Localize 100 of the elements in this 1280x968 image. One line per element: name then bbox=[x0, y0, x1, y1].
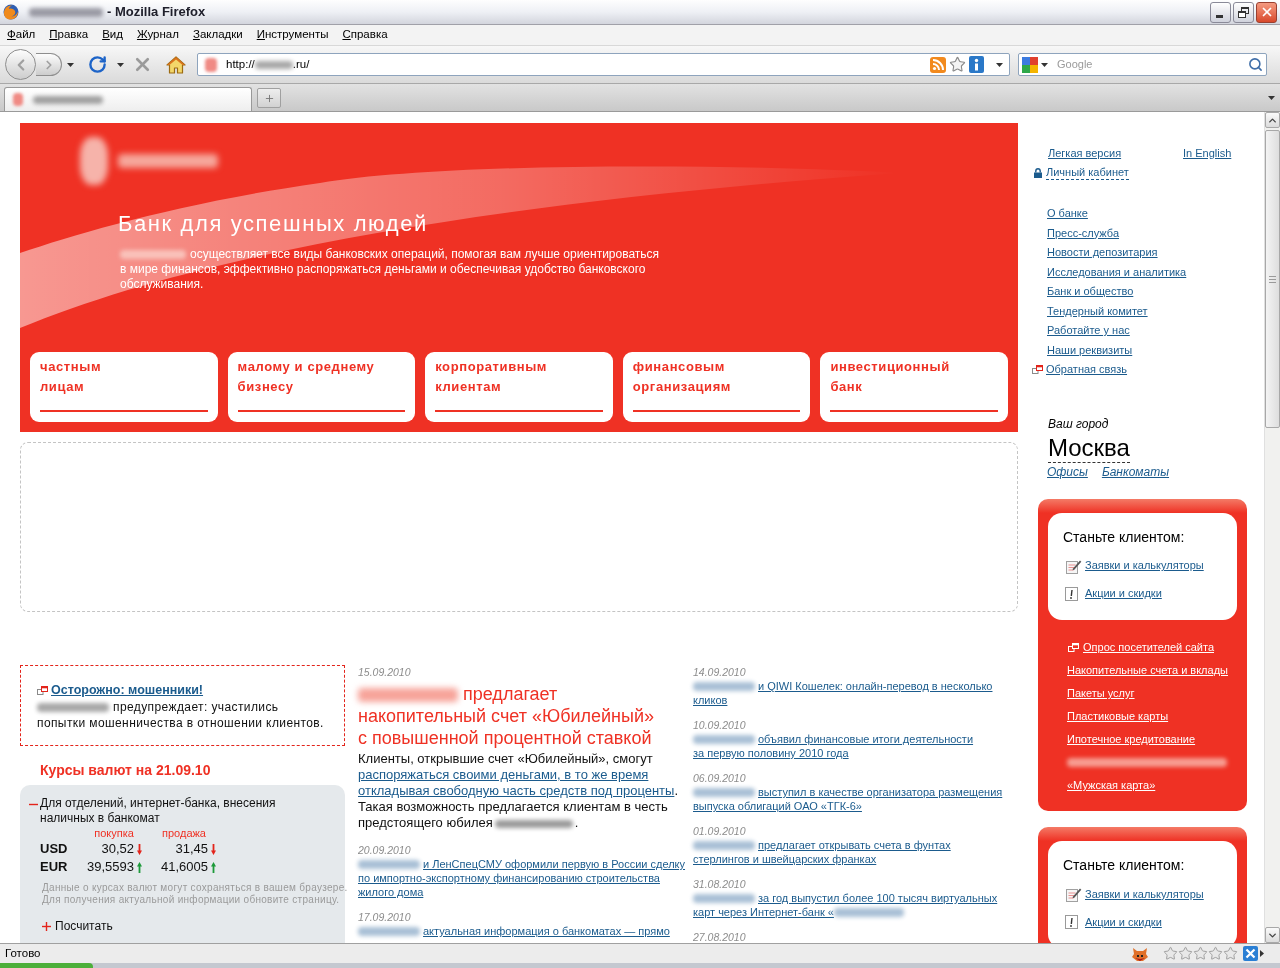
promo-card-link[interactable]: Ипотечное кредитование bbox=[1067, 728, 1196, 751]
buy-rate: 39,5593 bbox=[87, 858, 134, 877]
sidebar-nav-link[interactable]: Пресс-служба bbox=[1047, 223, 1119, 243]
news-date: 01.09.2010 bbox=[693, 824, 747, 838]
restore-icon bbox=[1238, 6, 1249, 18]
news-link[interactable]: выступил в качестве организатора размещения выпуска облигаций ОАО «ТГК-6» bbox=[693, 785, 1003, 813]
sidebar-nav-link[interactable]: О банке bbox=[1047, 204, 1088, 224]
english-link[interactable]: In English bbox=[1183, 146, 1232, 160]
promo-link[interactable]: Акции и скидки bbox=[1085, 585, 1162, 602]
news-headline: предлагает накопительный счет «Юбилейный» с повышенной процентной ставкой bbox=[358, 683, 654, 749]
category-card[interactable]: финансовым организациям bbox=[622, 352, 811, 422]
browser-tab[interactable] bbox=[4, 87, 252, 111]
promo-link[interactable]: Заявки и калькуляторы bbox=[1085, 557, 1204, 574]
caret-icon bbox=[995, 62, 1003, 67]
news-date: 15.09.2010 bbox=[358, 665, 412, 679]
category-card[interactable]: инвестиционный банк bbox=[820, 352, 1008, 422]
back-button[interactable] bbox=[5, 49, 36, 80]
news-link[interactable]: и ЛенСпецСМУ оформили первую в России сделку по импортно-экспортному финансированию строительства жилого дома bbox=[358, 857, 686, 899]
sidebar-nav-link[interactable]: Работайте у нас bbox=[1047, 321, 1130, 341]
menu-item[interactable]: Вид bbox=[102, 26, 123, 44]
bookmark-star-icon[interactable] bbox=[949, 56, 966, 73]
search-icon[interactable] bbox=[1248, 57, 1263, 72]
column-header: продажа bbox=[161, 826, 207, 840]
currency-code: USD bbox=[40, 840, 69, 859]
sell-rate: 31,45 bbox=[175, 840, 208, 859]
sidebar-nav-link[interactable]: Исследования и аналитика bbox=[1047, 262, 1187, 282]
sidebar-nav-link[interactable]: Банк и общество bbox=[1047, 282, 1134, 302]
new-tab-button[interactable] bbox=[257, 88, 281, 108]
category-card[interactable]: корпоративным клиентам bbox=[425, 352, 613, 422]
alert-title-link[interactable]: Осторожно: мошенники! bbox=[51, 683, 204, 697]
restore-button[interactable] bbox=[1233, 1, 1254, 23]
news-date: 06.09.2010 bbox=[693, 771, 747, 785]
promo-card-link[interactable]: Накопительные счета и вклады bbox=[1067, 659, 1228, 682]
menu-item[interactable]: Справка bbox=[342, 26, 388, 44]
star-rating[interactable] bbox=[1163, 946, 1238, 961]
caret-right-icon[interactable] bbox=[1260, 950, 1264, 957]
exclamation-box-icon bbox=[1065, 586, 1078, 601]
popup-window-icon bbox=[37, 685, 48, 695]
blurred-text bbox=[33, 95, 103, 104]
promo-card-link[interactable]: Пакеты услуг bbox=[1067, 682, 1135, 705]
sidebar-nav-link[interactable]: Наши реквизиты bbox=[1047, 340, 1133, 360]
caret-icon bbox=[116, 62, 124, 67]
sell-rate: 41,6005 bbox=[161, 858, 208, 877]
personal-account-link[interactable]: Личный кабинет bbox=[1046, 165, 1129, 180]
sidebar-nav-link[interactable]: Тендерный комитет bbox=[1047, 301, 1148, 321]
news-date: 20.09.2010 bbox=[358, 843, 412, 857]
calculator-link[interactable]: Посчитать bbox=[55, 919, 113, 934]
fox-globe-icon bbox=[3, 4, 19, 20]
promo-card-link[interactable]: Пластиковые карты bbox=[1067, 705, 1169, 728]
rss-feed-icon bbox=[930, 56, 946, 73]
hero-heading: Банк для успешных людей bbox=[118, 211, 428, 237]
column-header: покупка bbox=[93, 826, 135, 840]
fox-icon[interactable] bbox=[1131, 945, 1149, 962]
lock-icon bbox=[1034, 167, 1042, 178]
menu-item[interactable]: Инструменты bbox=[256, 26, 329, 44]
menu-item[interactable]: Журнал bbox=[136, 26, 179, 44]
info-icon[interactable] bbox=[969, 56, 984, 73]
promo-link[interactable]: Заявки и калькуляторы bbox=[1085, 885, 1204, 903]
scrollbar-thumb[interactable] bbox=[1265, 130, 1280, 428]
status-text: Готово bbox=[5, 945, 41, 961]
promo-card-link[interactable]: «Мужская карта» bbox=[1067, 774, 1156, 797]
blurred-text bbox=[205, 57, 217, 72]
menu-item[interactable]: Закладки bbox=[192, 26, 243, 44]
caret-icon bbox=[1267, 96, 1275, 100]
alert-text: предупреждает: участились попытки мошенничества в отношении клиентов. bbox=[37, 699, 324, 731]
sidebar-nav-link[interactable]: Обратная связь bbox=[1046, 360, 1128, 380]
rates-section-link[interactable]: Для отделений, интернет-банка, внесения наличных в банкомат bbox=[40, 796, 276, 826]
close-button[interactable] bbox=[1256, 1, 1277, 23]
news-link[interactable]: и QIWI Кошелек: онлайн-перевод в несколько кликов bbox=[693, 679, 993, 707]
promo-title: Станьте клиентом: bbox=[1063, 528, 1186, 546]
popup-window-icon bbox=[1032, 365, 1043, 375]
minimize-icon bbox=[1216, 14, 1223, 18]
scroll-up-button[interactable] bbox=[1265, 112, 1280, 128]
address-field[interactable]: http:// .ru/ bbox=[197, 53, 1010, 76]
light-version-link[interactable]: Легкая версия bbox=[1048, 147, 1122, 159]
city-selector[interactable]: Москва bbox=[1048, 433, 1130, 463]
news-link[interactable]: за год выпустил более 100 тысяч виртуальных карт через Интернет-банк « bbox=[693, 891, 998, 919]
buy-rate: 30,52 bbox=[101, 840, 134, 859]
blurred-text bbox=[254, 60, 293, 69]
category-card[interactable]: частным лицам bbox=[30, 352, 218, 422]
scroll-down-button[interactable] bbox=[1265, 927, 1280, 943]
news-link[interactable]: актуальная информация о банкоматах — прямо bbox=[358, 924, 670, 938]
sidebar-nav-link[interactable]: Новости депозитария bbox=[1047, 243, 1158, 263]
blurred-text bbox=[13, 93, 23, 106]
city-label: Ваш город bbox=[1048, 416, 1109, 432]
exclamation-box-icon bbox=[1065, 915, 1078, 929]
promo-card-link[interactable]: Опрос посетителей сайта bbox=[1083, 636, 1214, 659]
promo-link[interactable]: Акции и скидки bbox=[1085, 913, 1162, 931]
news-link[interactable]: предлагает открывать счета в фунтах стерлингов и швейцарских франках bbox=[693, 838, 951, 866]
city-link[interactable]: Офисы bbox=[1047, 464, 1088, 480]
cross-tile-icon[interactable] bbox=[1243, 946, 1258, 961]
menu-item[interactable]: Файл bbox=[7, 26, 36, 44]
category-card[interactable]: малому и среднему бизнесу bbox=[227, 352, 416, 422]
minimize-button[interactable] bbox=[1210, 1, 1231, 23]
rates-heading: Курсы валют на 21.09.10 bbox=[40, 762, 211, 778]
news-lead-link[interactable]: распоряжаться своими деньгами, в то же время bbox=[358, 767, 649, 782]
city-link[interactable]: Банкоматы bbox=[1101, 464, 1170, 480]
plus-icon[interactable] bbox=[42, 922, 51, 931]
menu-item[interactable]: Правка bbox=[49, 26, 89, 44]
news-link[interactable]: объявил финансовые итоги деятельности за первую половину 2010 года bbox=[693, 732, 974, 760]
